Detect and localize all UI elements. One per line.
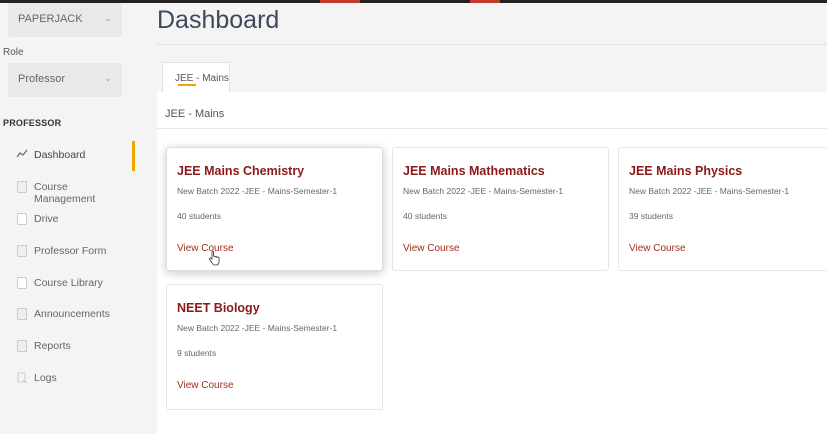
divider	[157, 44, 827, 45]
org-select[interactable]: PAPERJACK ⌄	[8, 3, 122, 37]
folder-icon	[17, 277, 27, 289]
course-card: JEE Mains Mathematics New Batch 2022 -JE…	[392, 147, 609, 271]
course-title: NEET Biology	[177, 301, 260, 315]
course-card: NEET Biology New Batch 2022 -JEE - Mains…	[166, 284, 383, 410]
view-course-link[interactable]: View Course	[403, 243, 460, 254]
sidebar-item-course-management[interactable]: Course Management	[0, 173, 132, 205]
active-tab-indicator	[178, 84, 196, 86]
sidebar-item-course-library[interactable]: Course Library	[0, 269, 132, 299]
page-title: Dashboard	[157, 6, 280, 34]
sidebar-item-professor-form[interactable]: Professor Form	[0, 237, 132, 267]
course-card: JEE Mains Physics New Batch 2022 -JEE - …	[618, 147, 827, 271]
course-batch: New Batch 2022 -JEE - Mains-Semester-1	[177, 323, 338, 333]
sidebar-item-label: Course Library	[34, 277, 103, 289]
course-batch: New Batch 2022 -JEE - Mains-Semester-1	[629, 186, 790, 196]
role-select[interactable]: Professor ⌄	[8, 63, 122, 97]
view-course-link[interactable]: View Course	[177, 380, 234, 391]
document-icon	[17, 181, 27, 193]
sidebar-item-label: Dashboard	[34, 149, 86, 161]
folder-icon	[17, 213, 27, 225]
course-batch: New Batch 2022 -JEE - Mains-Semester-1	[177, 186, 338, 196]
course-title: JEE Mains Physics	[629, 164, 743, 178]
sidebar-item-label: Announcements	[34, 308, 110, 320]
sidebar-item-label: Reports	[34, 340, 71, 352]
view-course-link[interactable]: View Course	[177, 243, 234, 254]
student-count: 40 students	[403, 211, 447, 221]
sidebar-item-dashboard[interactable]: Dashboard	[0, 141, 135, 171]
hand-cursor-icon	[208, 250, 220, 267]
sidebar-item-drive[interactable]: Drive	[0, 205, 132, 235]
view-course-link[interactable]: View Course	[629, 243, 686, 254]
sidebar-item-reports[interactable]: Reports	[0, 332, 132, 362]
role-select-value: Professor	[18, 73, 66, 85]
tab-jee-mains[interactable]: JEE - Mains	[162, 62, 230, 92]
course-title: JEE Mains Chemistry	[177, 164, 305, 178]
sidebar-item-label: Drive	[34, 213, 59, 225]
org-select-value: PAPERJACK	[18, 13, 83, 25]
tab-label: JEE - Mains	[175, 73, 229, 84]
section-heading: JEE - Mains	[165, 108, 225, 120]
course-card: JEE Mains Chemistry New Batch 2022 -JEE …	[166, 147, 383, 271]
trend-line-icon	[16, 149, 28, 161]
logs-icon	[17, 372, 28, 384]
course-batch: New Batch 2022 -JEE - Mains-Semester-1	[403, 186, 564, 196]
sidebar-item-announcements[interactable]: Announcements	[0, 300, 132, 330]
divider	[157, 128, 827, 129]
sidebar-item-label: Course Management	[34, 181, 96, 205]
chevron-down-icon: ⌄	[104, 73, 112, 83]
student-count: 39 students	[629, 211, 673, 221]
course-title: JEE Mains Mathematics	[403, 164, 545, 178]
role-label: Role	[3, 47, 24, 58]
section-heading: PROFESSOR	[3, 118, 62, 128]
sidebar-item-logs[interactable]: Logs	[0, 364, 132, 394]
student-count: 40 students	[177, 211, 221, 221]
document-icon	[17, 308, 27, 320]
sidebar-item-label: Logs	[34, 372, 57, 384]
chevron-down-icon: ⌄	[104, 13, 112, 23]
student-count: 9 students	[177, 348, 217, 358]
sidebar: PAPERJACK ⌄ Role Professor ⌄ PROFESSOR D…	[0, 3, 140, 434]
sidebar-item-label: Professor Form	[34, 245, 107, 257]
document-icon	[17, 245, 27, 257]
document-icon	[17, 340, 27, 352]
